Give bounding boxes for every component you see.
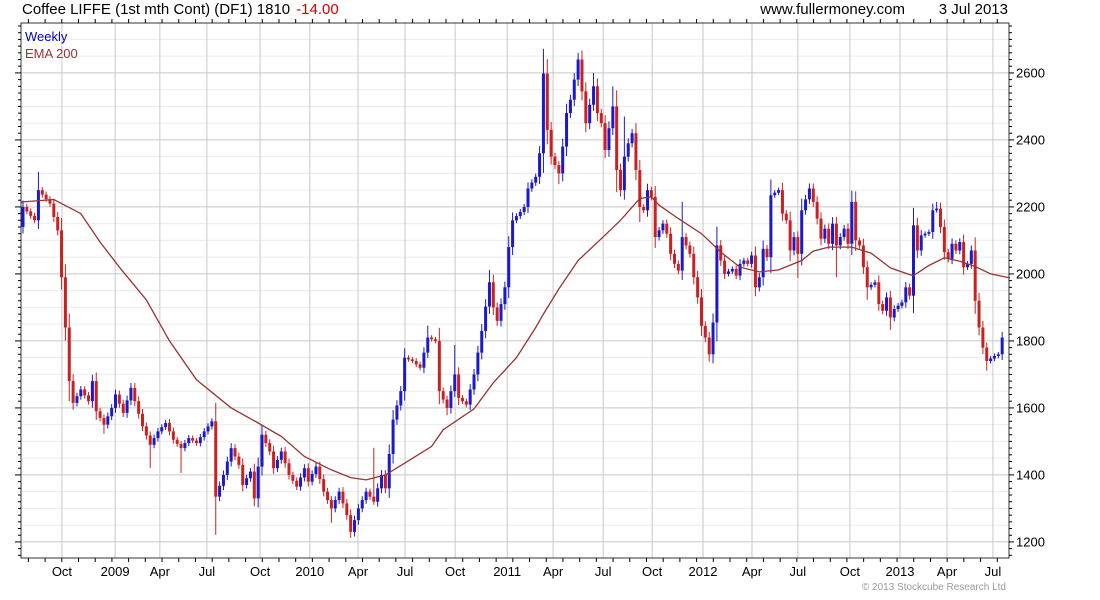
- x-axis-tick-label: 2009: [101, 564, 130, 579]
- x-axis-tick-label: 2011: [493, 564, 521, 579]
- x-axis-tick-label: Oct: [250, 564, 271, 579]
- ema-200-line: [20, 196, 1011, 481]
- x-axis-tick-label: Jul: [199, 564, 216, 579]
- x-axis-tick-label: Apr: [543, 564, 564, 579]
- x-axis-tick-label: Oct: [840, 564, 861, 579]
- x-axis-labels: Oct 2009 Apr Jul Oct 2010 Apr Jul Oct 2011 Apr Jul O…: [52, 564, 1002, 579]
- y-axis-tick-label: 1600: [1016, 400, 1045, 415]
- y-axis-tick-label: 1400: [1016, 467, 1045, 482]
- x-axis-tick-label: Oct: [445, 564, 466, 579]
- x-axis-tick-label: Oct: [642, 564, 663, 579]
- y-axis-tick-label: 1200: [1016, 534, 1045, 549]
- y-axis-tick-label: 2200: [1016, 199, 1045, 214]
- y-axis-tick-label: 2400: [1016, 132, 1045, 147]
- y-axis-labels: 1200 1400 1600 1800 2000 2200 2400 2600: [1016, 65, 1045, 549]
- x-axis-tick-label: Jul: [790, 564, 807, 579]
- x-axis-tick-label: 2012: [689, 564, 718, 579]
- candles-layer: [21, 48, 1004, 538]
- chart-page: { "header": { "title": "Coffee LIFFE (1s…: [0, 0, 1100, 600]
- y-axis-tick-label: 1800: [1016, 333, 1045, 348]
- x-axis-tick-label: Apr: [742, 564, 763, 579]
- x-axis-tick-label: Apr: [348, 564, 369, 579]
- x-axis-tick-label: Jul: [595, 564, 612, 579]
- x-axis-tick-label: 2010: [295, 564, 324, 579]
- copyright-notice: © 2013 Stockcube Research Ltd: [861, 582, 1006, 593]
- x-axis-tick-label: Jul: [397, 564, 414, 579]
- x-axis-tick-label: 2013: [886, 564, 915, 579]
- x-axis-tick-label: Apr: [150, 564, 171, 579]
- y-axis-tick-label: 2000: [1016, 266, 1045, 281]
- x-axis-tick-label: Apr: [937, 564, 958, 579]
- gridlines-minor: [21, 38, 1009, 526]
- x-axis-tick-label: Jul: [985, 564, 1002, 579]
- candlestick-chart-canvas: 1200 1400 1600 1800 2000 2200 2400 2600 Oct 2009 A…: [15, 19, 1045, 579]
- x-axis-tick-label: Oct: [52, 564, 73, 579]
- y-axis-tick-label: 2600: [1016, 65, 1045, 80]
